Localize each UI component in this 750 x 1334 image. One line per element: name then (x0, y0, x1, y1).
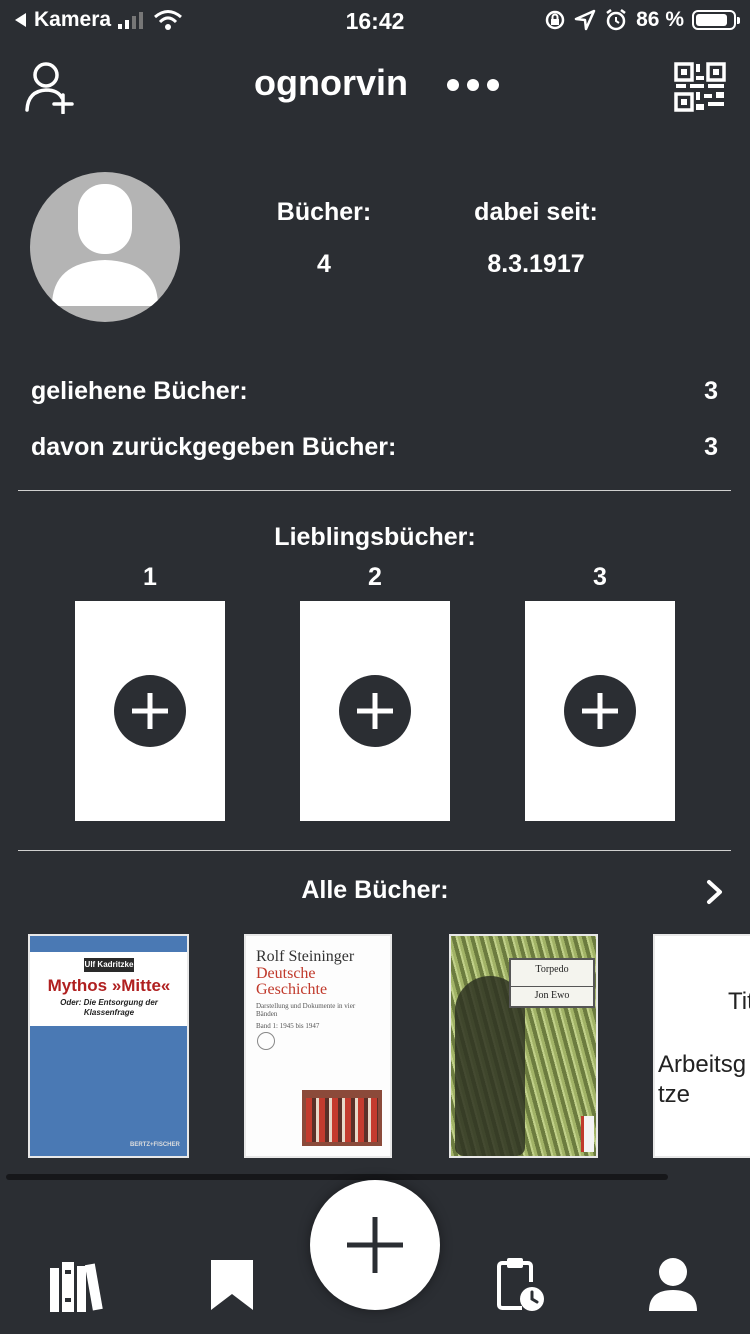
username-title: ognorvin (254, 62, 408, 103)
more-options-button[interactable] (447, 70, 499, 100)
add-circle-icon[interactable] (564, 675, 636, 747)
book-author: Jon Ewo (534, 990, 570, 1001)
cover-photo (302, 1090, 382, 1146)
book-title: Torpedo (535, 964, 569, 975)
returned-books-value: 3 (704, 433, 718, 461)
chevron-right-icon (707, 880, 722, 904)
favorite-slot-number: 3 (593, 563, 607, 591)
book-title: Deutsche Geschichte (256, 965, 328, 998)
favorite-slot-1[interactable] (75, 601, 225, 821)
avatar-placeholder-icon (52, 184, 158, 306)
battery-icon (692, 10, 740, 30)
battery-percent: 86 % (636, 8, 684, 31)
favorites-title: Lieblingsbücher: (274, 523, 476, 551)
bookmark-icon (211, 1260, 253, 1310)
favorite-slot-number: 1 (143, 563, 157, 591)
books-count-label: Bücher: (276, 198, 372, 226)
book-cover[interactable]: Rolf Steininger Deutsche Geschichte Dars… (244, 934, 392, 1158)
add-book-button[interactable] (310, 1180, 440, 1310)
tab-library[interactable] (48, 1258, 108, 1314)
book-author: Ulf Kadritzke (84, 958, 134, 972)
more-dot-icon (467, 79, 479, 91)
library-icon (50, 1262, 103, 1312)
more-dot-icon (447, 79, 459, 91)
publisher-logo-icon (257, 1032, 275, 1050)
clipboard-clock-icon (497, 1258, 544, 1311)
book-placeholder-title: Titel (728, 988, 750, 1015)
book-placeholder-text: tze (658, 1081, 691, 1108)
divider (18, 490, 731, 491)
book-cover[interactable]: Torpedo Jon Ewo (449, 934, 598, 1158)
book-title: Mythos »Mitte« (47, 976, 171, 995)
favorite-slot-2[interactable] (300, 601, 450, 821)
all-books-title: Alle Bücher: (301, 876, 449, 904)
book-author: Rolf Steininger (256, 948, 355, 965)
book-publisher: BERTZ+FISCHER (130, 1142, 180, 1148)
rotation-lock-icon (545, 10, 565, 30)
divider (18, 850, 731, 851)
book-subtitle: Darstellung und Dokumente in vier Bänden (256, 1002, 356, 1018)
book-cover[interactable]: Ulf Kadritzke Mythos »Mitte« Oder: Die E… (28, 934, 189, 1158)
borrowed-books-label: geliehene Bücher: (31, 377, 248, 405)
qr-code-button[interactable] (674, 62, 726, 112)
horizontal-scrollbar[interactable] (6, 1174, 668, 1180)
book-volume: Band 1: 1945 bis 1947 (256, 1022, 320, 1030)
book-placeholder-text: Arbeitsg (658, 1051, 747, 1078)
tab-profile[interactable] (646, 1256, 700, 1312)
tab-bookmarks[interactable] (209, 1258, 255, 1312)
profile-icon (649, 1258, 697, 1311)
more-dot-icon (487, 79, 499, 91)
returned-books-label: davon zurückgegeben Bücher: (31, 433, 397, 461)
member-since-value: 8.3.1917 (487, 250, 585, 278)
alarm-icon (606, 9, 626, 31)
publisher-mark (581, 1116, 594, 1152)
add-circle-icon[interactable] (339, 675, 411, 747)
favorite-slot-3[interactable] (525, 601, 675, 821)
member-since-label: dabei seit: (474, 198, 598, 226)
books-count-value: 4 (317, 250, 331, 278)
qr-code-icon (674, 62, 726, 112)
location-icon (574, 9, 596, 31)
book-cover[interactable]: Titel Arbeitsg tze (653, 934, 750, 1158)
book-subtitle: Oder: Die Entsorgung der Klassenfrage (60, 998, 158, 1017)
favorite-slot-number: 2 (368, 563, 382, 591)
avatar[interactable] (30, 172, 180, 322)
borrowed-books-value: 3 (704, 377, 718, 405)
add-circle-icon[interactable] (114, 675, 186, 747)
battery-fill (696, 14, 727, 26)
status-bar: Kamera 16:42 86 % (0, 0, 750, 44)
all-books-more-button[interactable] (702, 878, 728, 906)
tab-borrowed[interactable] (496, 1256, 546, 1314)
